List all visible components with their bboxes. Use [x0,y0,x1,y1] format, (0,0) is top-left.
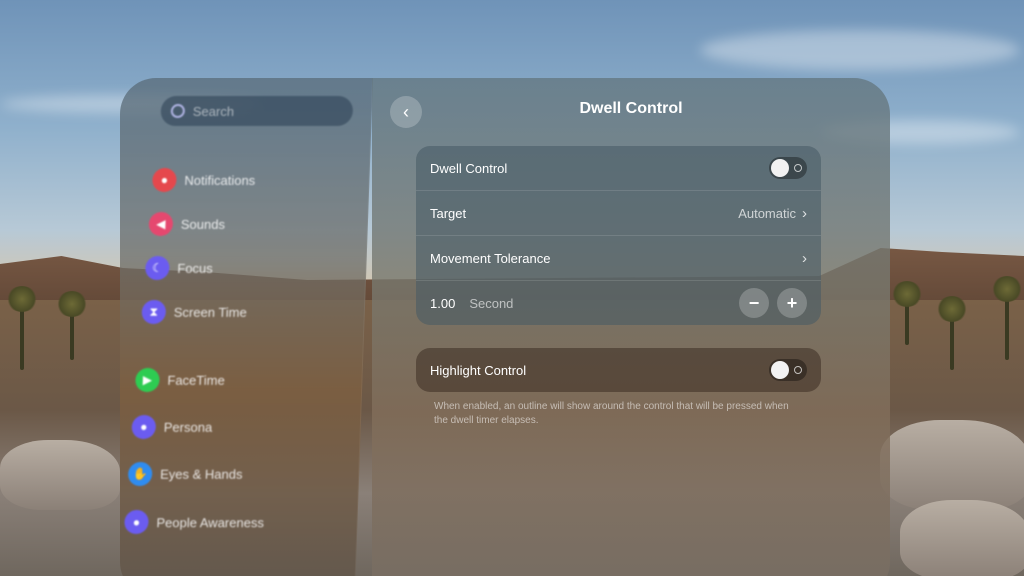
duration-unit: Second [469,295,514,311]
movement-tolerance-row[interactable]: Movement Tolerance › [416,236,821,281]
moon-icon: ☾ [144,256,170,280]
search-field[interactable]: Search [160,96,354,126]
toggle-off-indicator [794,366,802,374]
sidebar-item-people-awareness[interactable]: ● People Awareness [124,510,264,534]
dwell-control-toggle[interactable] [769,157,807,179]
cloud [700,30,1020,70]
toggle-off-indicator [794,164,802,172]
sidebar-item-screen-time[interactable]: ⧗ Screen Time [141,300,247,324]
target-row[interactable]: Target Automatic › [416,191,821,236]
settings-window: Search ● Notifications ◀ Sounds ☾ Focus … [120,78,890,576]
plus-icon: + [786,292,798,313]
sidebar-item-label: Sounds [180,216,226,232]
sidebar-item-label: Eyes & Hands [159,466,243,482]
sidebar-item-notifications[interactable]: ● Notifications [152,168,256,192]
hand-icon: ✋ [127,462,153,486]
rock [900,500,1024,576]
increment-button[interactable]: + [777,288,807,318]
page-title: Dwell Control [579,100,683,117]
sidebar-item-focus[interactable]: ☾ Focus [144,256,214,280]
joshua-tree [936,296,968,370]
people-icon: ● [124,510,149,534]
background-scene: Search ● Notifications ◀ Sounds ☾ Focus … [0,0,1024,576]
joshua-tree [991,276,1023,360]
target-value: Automatic [738,205,796,221]
target-label: Target [430,205,467,221]
decrement-button[interactable]: − [739,288,769,318]
sidebar-item-facetime[interactable]: ▶ FaceTime [135,368,225,392]
joshua-tree [6,286,38,370]
joshua-tree [891,281,923,345]
highlight-control-label: Highlight Control [430,362,527,378]
hourglass-icon: ⧗ [141,300,167,324]
sidebar: Search ● Notifications ◀ Sounds ☾ Focus … [120,78,374,576]
highlight-settings-group: Highlight Control [416,348,821,392]
sidebar-item-label: Persona [163,419,213,435]
sidebar-item-label: People Awareness [156,514,265,530]
sidebar-item-eyes-hands[interactable]: ✋ Eyes & Hands [127,462,243,486]
toggle-knob [771,159,789,177]
sidebar-item-label: FaceTime [167,372,226,388]
rock [0,440,120,510]
bell-icon: ● [152,168,177,192]
minus-icon: − [748,292,760,313]
sidebar-item-sounds[interactable]: ◀ Sounds [148,212,225,236]
video-icon: ▶ [135,368,160,392]
sidebar-item-label: Screen Time [173,304,248,320]
sidebar-item-persona[interactable]: ● Persona [131,415,212,439]
rock [880,420,1024,510]
dwell-control-label: Dwell Control [430,160,508,176]
movement-tolerance-label: Movement Tolerance [430,250,551,266]
sidebar-item-label: Notifications [184,172,256,188]
speaker-icon: ◀ [148,212,174,236]
duration-value: 1.00 [430,295,456,311]
chevron-right-icon: › [802,204,807,222]
dwell-settings-group: Dwell Control Target Automatic › Movemen… [416,146,821,325]
toggle-knob [771,361,789,379]
highlight-control-toggle[interactable] [769,359,807,381]
search-placeholder: Search [192,103,235,119]
highlight-footnote: When enabled, an outline will show aroun… [434,401,789,426]
sidebar-item-label: Focus [177,260,214,276]
detail-pane: ‹ Dwell Control Dwell Control Target Aut… [372,78,890,576]
joshua-tree [56,291,88,360]
search-icon [170,104,186,118]
chevron-right-icon: › [802,249,807,267]
highlight-control-row: Highlight Control [416,348,821,392]
duration-row: 1.00 Second − + [416,281,821,325]
person-icon: ● [131,415,157,439]
dwell-control-row: Dwell Control [416,146,821,191]
